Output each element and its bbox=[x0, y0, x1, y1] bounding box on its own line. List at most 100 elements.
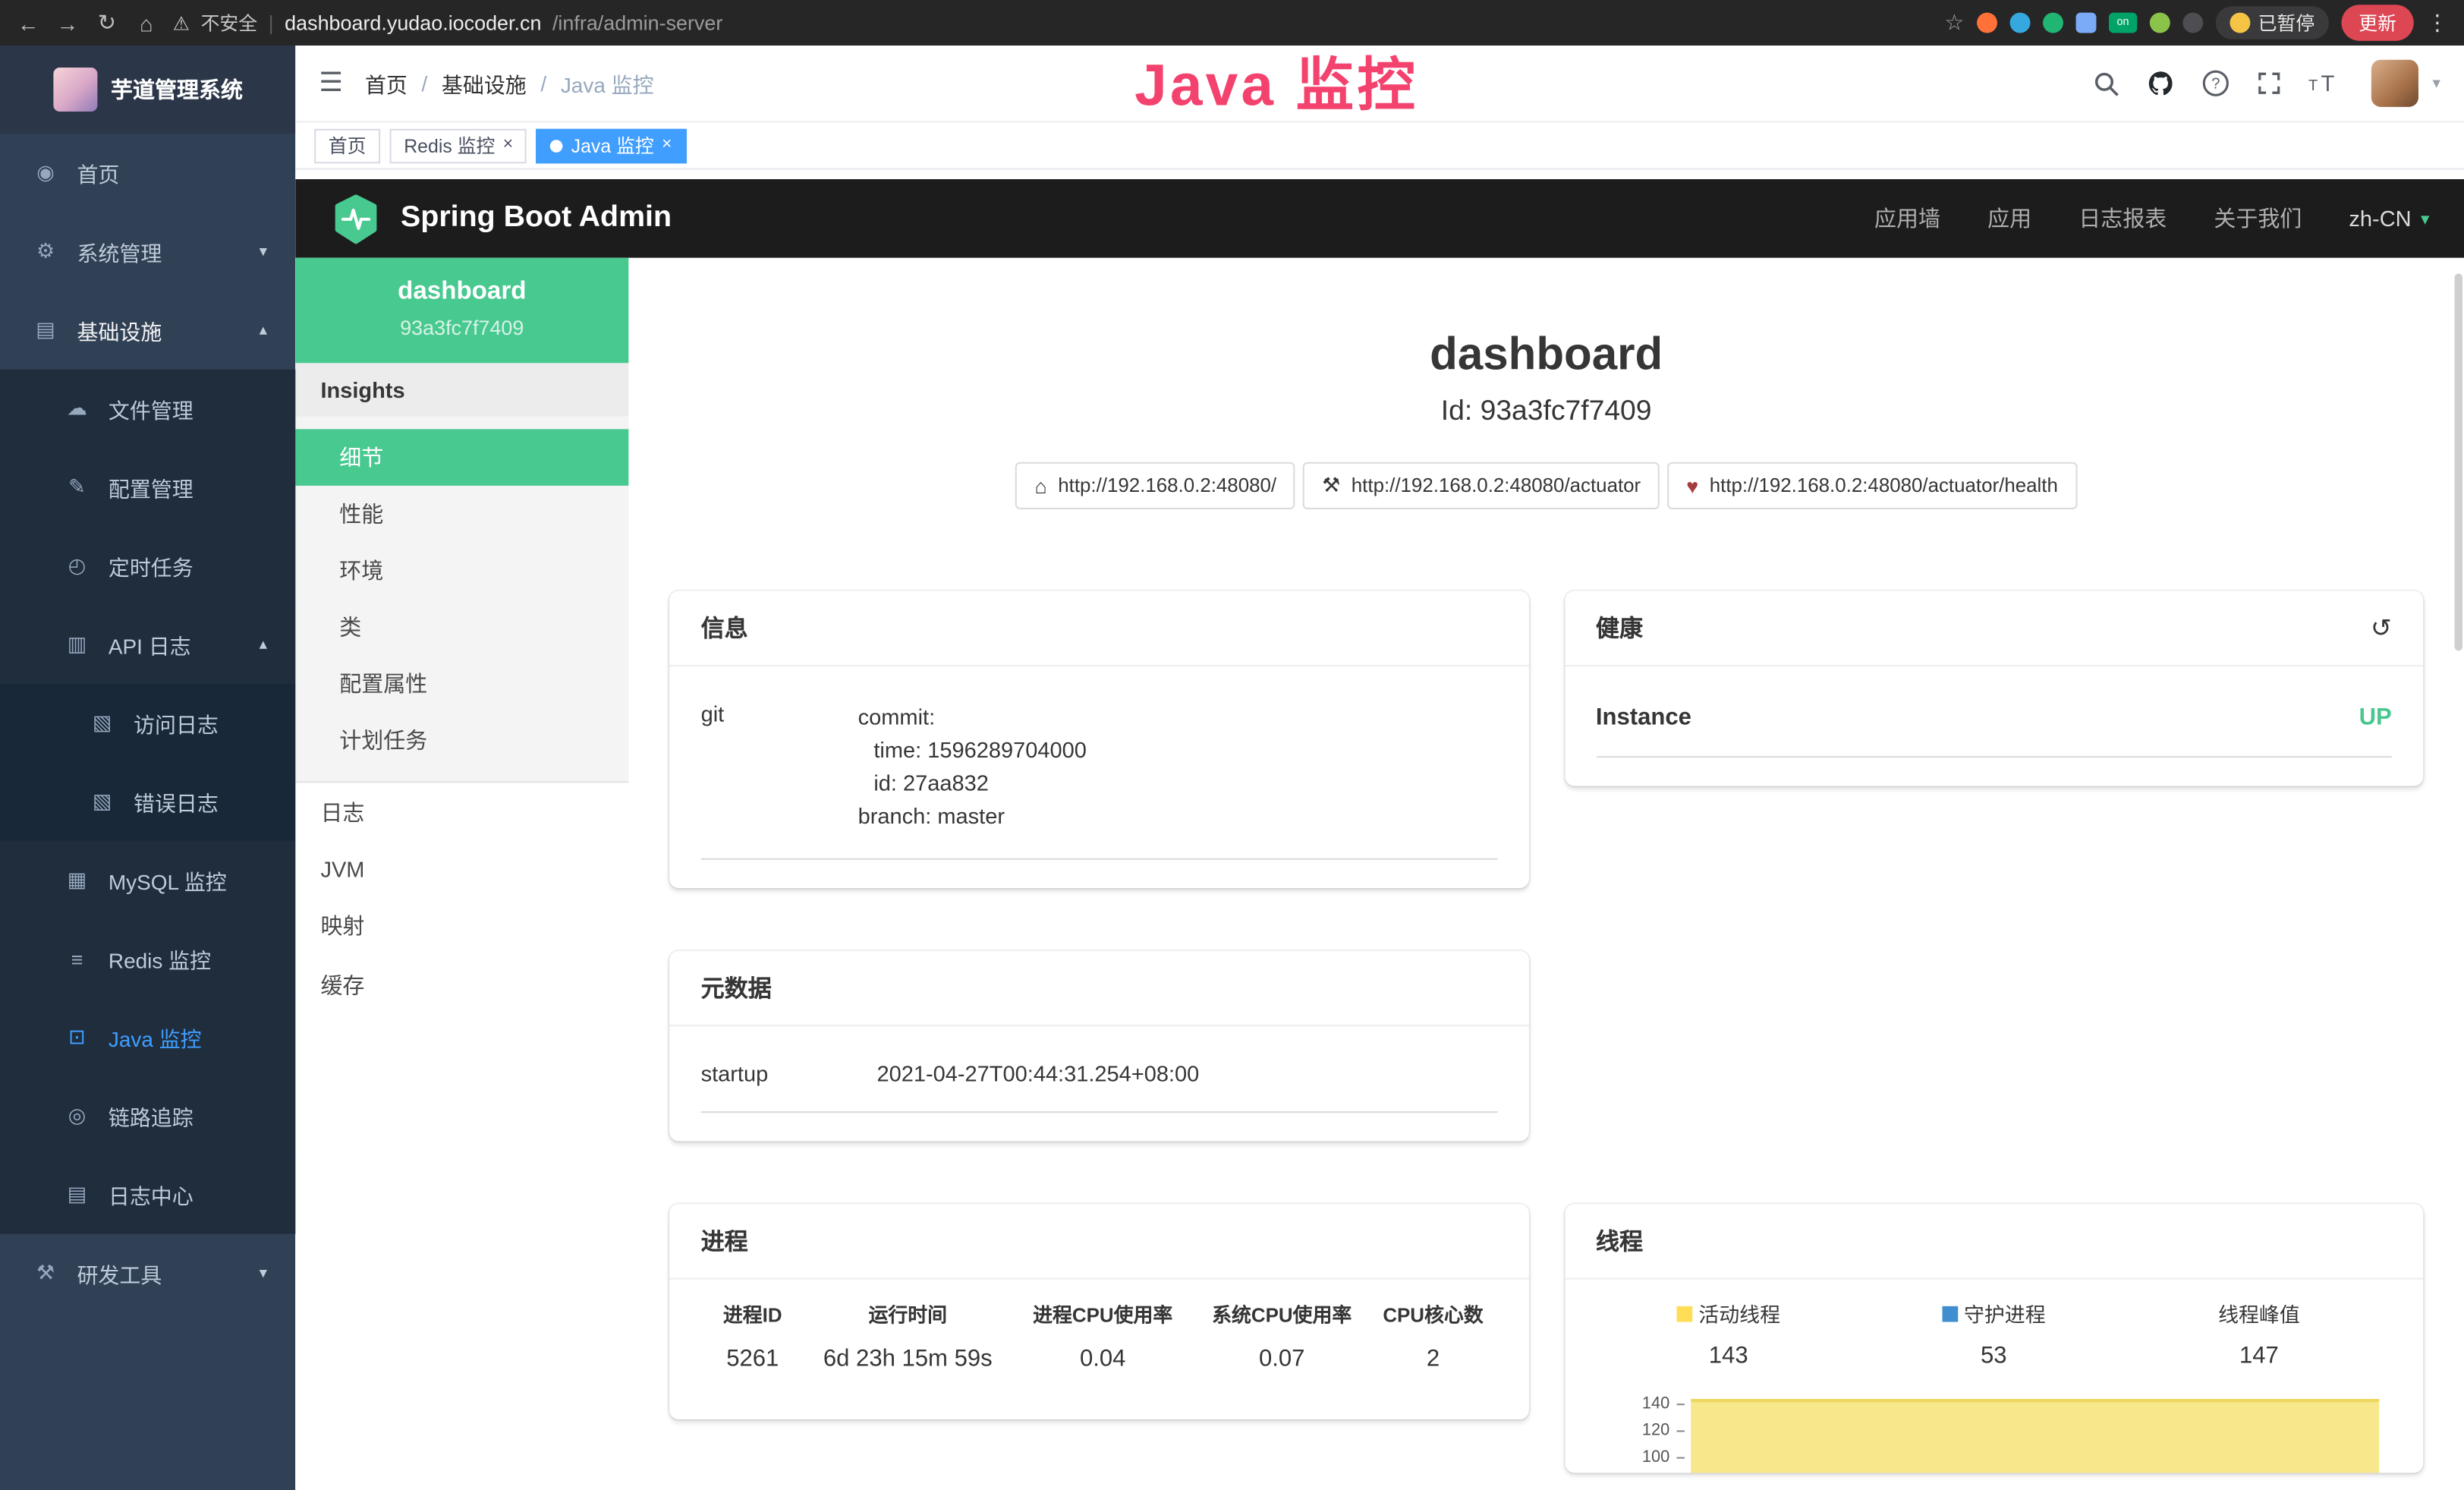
close-icon[interactable]: × bbox=[662, 137, 672, 154]
browser-forward-icon[interactable]: → bbox=[55, 10, 80, 35]
breadcrumb-infrastructure[interactable]: 基础设施 bbox=[442, 68, 527, 99]
sidebar-item-config-management[interactable]: ✎ 配置管理 bbox=[0, 448, 295, 527]
app-logo[interactable]: 芋道管理系统 bbox=[0, 46, 295, 134]
bookmark-star-icon[interactable]: ☆ bbox=[1944, 9, 1964, 36]
browser-update-button[interactable]: 更新 bbox=[2341, 5, 2413, 41]
sba-item-details[interactable]: 细节 bbox=[295, 429, 628, 486]
chevron-up-icon: ▴ bbox=[260, 636, 267, 654]
legend-blue-swatch-icon bbox=[1942, 1306, 1958, 1321]
sba-nav-about[interactable]: 关于我们 bbox=[2214, 203, 2302, 234]
sidebar-item-trace[interactable]: ◎ 链路追踪 bbox=[0, 1076, 295, 1155]
process-col-header: 系统CPU使用率 bbox=[1194, 1280, 1370, 1331]
url-domain: dashboard.yudao.iocoder.cn bbox=[285, 11, 541, 34]
avatar-caret-icon[interactable]: ▾ bbox=[2433, 74, 2440, 92]
sidebar-item-api-logs[interactable]: ▥ API 日志 ▴ bbox=[0, 605, 295, 684]
sba-nav-journal[interactable]: 日志报表 bbox=[2079, 203, 2167, 234]
home-icon: ⌂ bbox=[1034, 474, 1046, 497]
app-title: 芋道管理系统 bbox=[111, 74, 243, 105]
sba-logo-icon[interactable] bbox=[330, 193, 382, 244]
app-sidebar: 芋道管理系统 ◉ 首页 ⚙ 系统管理 ▾ ▤ 基础设施 ▴ ☁ bbox=[0, 46, 295, 1490]
instance-header[interactable]: dashboard 93a3fc7f7409 bbox=[295, 258, 628, 364]
sidebar-item-java-monitor[interactable]: ⊡ Java 监控 bbox=[0, 998, 295, 1077]
sidebar-item-scheduled-tasks[interactable]: ◴ 定时任务 bbox=[0, 527, 295, 606]
extension-on-badge[interactable]: on bbox=[2109, 13, 2137, 33]
scrollbar[interactable] bbox=[2455, 273, 2462, 650]
tab-java-monitor[interactable]: Java 监控 × bbox=[537, 128, 686, 163]
extension-icon[interactable] bbox=[1977, 13, 1997, 33]
process-card: 进程 进程ID 运行时间 进程CPU使用率 bbox=[669, 1204, 1528, 1419]
sba-navbar: Spring Boot Admin 应用墙 应用 日志报表 关于我们 zh-CN… bbox=[295, 179, 2464, 258]
sidebar-item-redis-monitor[interactable]: ≡ Redis 监控 bbox=[0, 919, 295, 998]
sba-nav-wall[interactable]: 应用墙 bbox=[1874, 203, 1940, 234]
actuator-url-button[interactable]: ⚒ http://192.168.0.2:48080/actuator bbox=[1303, 462, 1660, 509]
java-monitor-icon: ⊡ bbox=[63, 1025, 91, 1050]
sba-item-classes[interactable]: 类 bbox=[295, 599, 628, 656]
browser-menu-icon[interactable]: ⋮ bbox=[2426, 9, 2448, 36]
sidebar-item-mysql-monitor[interactable]: ▦ MySQL 监控 bbox=[0, 841, 295, 920]
document-icon: ▧ bbox=[88, 710, 116, 736]
breadcrumb-separator: / bbox=[421, 71, 427, 95]
log-icon: ▤ bbox=[63, 1182, 91, 1207]
fullscreen-icon[interactable] bbox=[2257, 71, 2282, 96]
sidebar-item-system-management[interactable]: ⚙ 系统管理 ▾ bbox=[0, 213, 295, 291]
sba-brand-title[interactable]: Spring Boot Admin bbox=[401, 201, 672, 236]
breadcrumb-home[interactable]: 首页 bbox=[365, 68, 408, 99]
process-values-row: 5261 6d 23h 15m 59s 0.04 0.07 2 bbox=[701, 1331, 1497, 1391]
sba-nav-applications[interactable]: 应用 bbox=[1987, 203, 2031, 234]
text-size-icon[interactable]: TT bbox=[2308, 71, 2345, 96]
extension-icon[interactable] bbox=[2150, 13, 2170, 33]
sidebar-item-home[interactable]: ◉ 首页 bbox=[0, 134, 295, 213]
page-title: dashboard bbox=[669, 330, 2423, 382]
sidebar-item-file-management[interactable]: ☁ 文件管理 bbox=[0, 370, 295, 449]
extension-icon[interactable] bbox=[2182, 13, 2203, 33]
startup-row: startup 2021-04-27T00:44:31.254+08:00 bbox=[701, 1039, 1497, 1113]
address-bar[interactable]: ⚠ 不安全 | dashboard.yudao.iocoder.cn/infra… bbox=[173, 9, 1931, 36]
sidebar-item-label: 链路追踪 bbox=[109, 1101, 194, 1132]
browser-home-icon[interactable]: ⌂ bbox=[134, 10, 159, 35]
sidebar-item-access-logs[interactable]: ▧ 访问日志 bbox=[0, 684, 295, 763]
svg-text:T: T bbox=[2321, 71, 2334, 96]
tab-home[interactable]: 首页 bbox=[314, 128, 380, 163]
sba-item-caches[interactable]: 缓存 bbox=[295, 956, 628, 1016]
sidebar-item-log-center[interactable]: ▤ 日志中心 bbox=[0, 1155, 295, 1234]
user-avatar[interactable] bbox=[2371, 60, 2418, 107]
hamburger-icon[interactable]: ☰ bbox=[319, 68, 343, 99]
actuator-url-label: http://192.168.0.2:48080/actuator bbox=[1352, 474, 1641, 496]
sba-item-config-props[interactable]: 配置属性 bbox=[295, 656, 628, 713]
page-subtitle: Id: 93a3fc7f7409 bbox=[669, 395, 2423, 427]
sba-item-scheduled-tasks[interactable]: 计划任务 bbox=[295, 712, 628, 769]
close-icon[interactable]: × bbox=[503, 137, 513, 154]
language-selector[interactable]: zh-CN ▾ bbox=[2349, 206, 2429, 231]
api-log-icon: ▥ bbox=[63, 632, 91, 657]
sidebar-item-label: Redis 监控 bbox=[109, 943, 211, 974]
sidebar-item-infrastructure[interactable]: ▤ 基础设施 ▴ bbox=[0, 291, 295, 370]
sba-item-metrics[interactable]: 性能 bbox=[295, 486, 628, 543]
daemon-threads-value: 53 bbox=[1861, 1342, 2127, 1369]
extension-icon[interactable] bbox=[2009, 13, 2030, 33]
browser-back-icon[interactable]: ← bbox=[16, 10, 41, 35]
search-icon[interactable] bbox=[2093, 70, 2119, 96]
health-url-button[interactable]: ♥ http://192.168.0.2:48080/actuator/heal… bbox=[1667, 462, 2076, 509]
history-icon[interactable]: ↺ bbox=[2371, 613, 2392, 644]
help-icon[interactable]: ? bbox=[2201, 69, 2230, 97]
sidebar-item-error-logs[interactable]: ▧ 错误日志 bbox=[0, 762, 295, 841]
sba-item-mappings[interactable]: 映射 bbox=[295, 896, 628, 956]
service-url-label: http://192.168.0.2:48080/ bbox=[1058, 474, 1276, 496]
browser-reload-icon[interactable]: ↻ bbox=[94, 9, 119, 36]
profile-paused-badge[interactable]: 已暂停 bbox=[2216, 6, 2329, 39]
sba-item-environment[interactable]: 环境 bbox=[295, 542, 628, 599]
sba-item-logs[interactable]: 日志 bbox=[295, 783, 628, 843]
git-key: git bbox=[701, 701, 858, 833]
ytick-label: 100 bbox=[1642, 1447, 1669, 1466]
sidebar-item-label: 定时任务 bbox=[109, 550, 194, 581]
service-url-button[interactable]: ⌂ http://192.168.0.2:48080/ bbox=[1016, 462, 1295, 509]
extension-icon[interactable] bbox=[2075, 13, 2096, 33]
github-icon[interactable] bbox=[2147, 69, 2175, 97]
tab-redis-monitor[interactable]: Redis 监控 × bbox=[390, 128, 527, 163]
sidebar-item-dev-tools[interactable]: ⚒ 研发工具 ▾ bbox=[0, 1234, 295, 1313]
language-label: zh-CN bbox=[2349, 206, 2411, 231]
active-dot-icon bbox=[551, 139, 564, 152]
extension-icon[interactable] bbox=[2043, 13, 2063, 33]
sba-item-jvm[interactable]: JVM bbox=[295, 843, 628, 896]
wrench-icon: ⚒ bbox=[1322, 473, 1340, 498]
